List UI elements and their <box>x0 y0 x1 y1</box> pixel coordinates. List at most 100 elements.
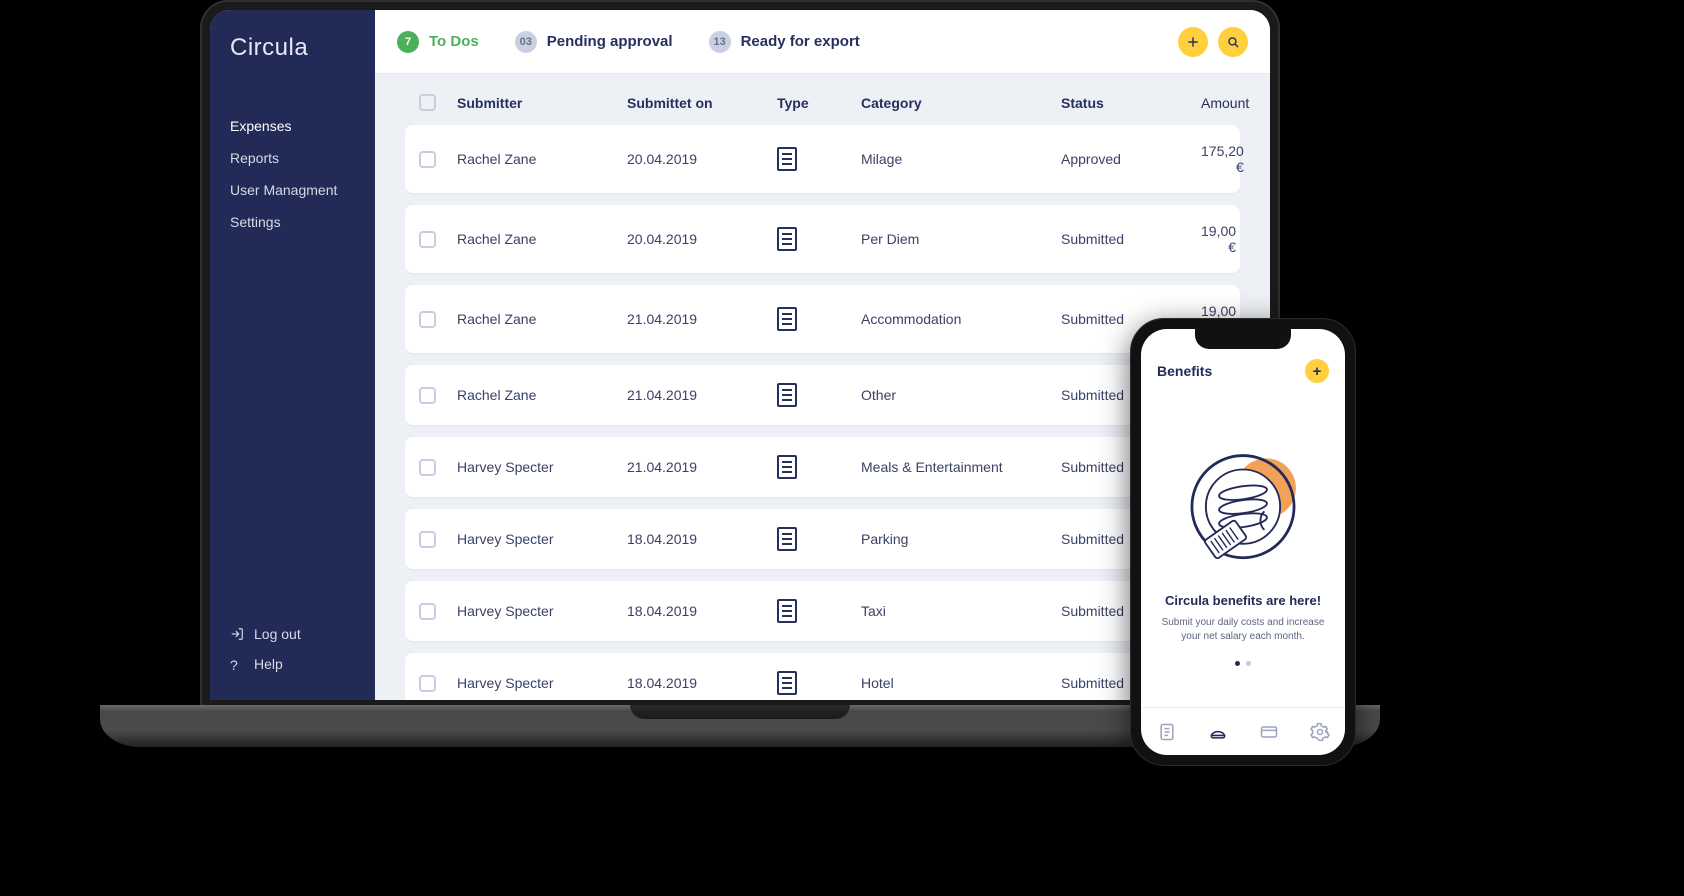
cell-category: Hotel <box>861 675 1061 691</box>
tab-todos[interactable]: 7 To Dos <box>397 31 479 53</box>
cell-category: Parking <box>861 531 1061 547</box>
document-icon <box>777 671 797 695</box>
cell-category: Milage <box>861 151 1061 167</box>
gear-icon <box>1310 722 1330 742</box>
cell-submitter: Harvey Specter <box>457 603 627 619</box>
sidebar-footer: Log out ? Help <box>210 626 375 680</box>
cell-category: Meals & Entertainment <box>861 459 1061 475</box>
cell-type <box>777 307 861 331</box>
table-row[interactable]: Rachel Zane21.04.2019AccommodationSubmit… <box>405 285 1240 353</box>
tab-todos-label: To Dos <box>429 33 479 50</box>
help-icon: ? <box>230 657 244 671</box>
col-submitted-on: Submittet on <box>627 95 777 111</box>
cell-submitter: Rachel Zane <box>457 231 627 247</box>
table-row[interactable]: Rachel Zane20.04.2019MilageApproved175,2… <box>405 125 1240 193</box>
cell-date: 18.04.2019 <box>627 531 777 547</box>
cell-status: Approved <box>1061 151 1201 167</box>
phone-hero-title: Circula benefits are here! <box>1165 593 1321 608</box>
col-submitter: Submitter <box>457 95 627 111</box>
logout-button[interactable]: Log out <box>230 626 355 642</box>
table-row[interactable]: Rachel Zane21.04.2019OtherSubmitted <box>405 365 1240 425</box>
meal-icon <box>1208 722 1228 742</box>
add-button[interactable] <box>1178 27 1208 57</box>
tab-export-count: 13 <box>709 31 731 53</box>
sidebar-item-expenses[interactable]: Expenses <box>210 110 375 142</box>
cell-amount: 175,20 € <box>1201 143 1252 175</box>
col-status: Status <box>1061 95 1201 111</box>
phone-hero: Circula benefits are here! Submit your d… <box>1141 389 1345 707</box>
tab-pending-label: Pending approval <box>547 33 673 50</box>
phone-tab-benefits[interactable] <box>1207 721 1229 743</box>
cell-type <box>777 527 861 551</box>
document-icon <box>777 527 797 551</box>
cell-date: 21.04.2019 <box>627 387 777 403</box>
table-row[interactable]: Harvey Specter18.04.2019TaxiSubmitted <box>405 581 1240 641</box>
table-row[interactable]: Harvey Specter21.04.2019 Meals & Entertai… <box>405 437 1240 497</box>
cell-type <box>777 671 861 695</box>
brand-logo: Circula <box>210 30 375 86</box>
cell-submitter: Rachel Zane <box>457 311 627 327</box>
row-checkbox[interactable] <box>419 311 436 328</box>
document-icon <box>777 307 797 331</box>
table-row[interactable]: Rachel Zane20.04.2019Per DiemSubmitted19… <box>405 205 1240 273</box>
logout-icon <box>230 627 244 641</box>
tab-pending-count: 03 <box>515 31 537 53</box>
col-amount: Amount <box>1201 95 1257 111</box>
cell-submitter: Harvey Specter <box>457 459 627 475</box>
select-all-checkbox[interactable] <box>419 94 436 111</box>
dot-1[interactable] <box>1235 661 1240 666</box>
cell-submitter: Rachel Zane <box>457 387 627 403</box>
tab-ready-export[interactable]: 13 Ready for export <box>709 31 860 53</box>
phone-tab-receipts[interactable] <box>1156 721 1178 743</box>
phone-hero-sub: Submit your daily costs and increase you… <box>1161 616 1325 645</box>
row-checkbox[interactable] <box>419 387 436 404</box>
row-checkbox[interactable] <box>419 675 436 692</box>
card-icon <box>1259 722 1279 742</box>
sidebar-item-user-management[interactable]: User Managment <box>210 174 375 206</box>
cell-submitter: Harvey Specter <box>457 531 627 547</box>
sidebar: Circula Expenses Reports User Managment … <box>210 10 375 700</box>
cell-amount: 19,00 € <box>1201 223 1244 255</box>
cell-status: Submitted <box>1061 231 1201 247</box>
laptop-device-frame: Circula Expenses Reports User Managment … <box>200 0 1280 710</box>
tab-export-label: Ready for export <box>741 33 860 50</box>
sidebar-item-settings[interactable]: Settings <box>210 206 375 238</box>
cell-date: 20.04.2019 <box>627 231 777 247</box>
row-checkbox[interactable] <box>419 231 436 248</box>
logout-label: Log out <box>254 626 301 642</box>
col-category: Category <box>861 95 1061 111</box>
table-header: Submitter Submittet on Type Category Sta… <box>405 94 1240 125</box>
plus-icon <box>1186 35 1200 49</box>
phone-add-button[interactable]: + <box>1305 359 1329 383</box>
cell-date: 18.04.2019 <box>627 675 777 691</box>
tab-pending-approval[interactable]: 03 Pending approval <box>515 31 673 53</box>
phone-tab-settings[interactable] <box>1309 721 1331 743</box>
phone-tabbar <box>1141 707 1345 755</box>
cell-submitter: Rachel Zane <box>457 151 627 167</box>
row-checkbox[interactable] <box>419 459 436 476</box>
phone-notch <box>1195 329 1291 349</box>
cell-date: 21.04.2019 <box>627 459 777 475</box>
row-checkbox[interactable] <box>419 531 436 548</box>
cell-date: 20.04.2019 <box>627 151 777 167</box>
document-icon <box>777 147 797 171</box>
cell-date: 18.04.2019 <box>627 603 777 619</box>
plus-icon: + <box>1313 363 1322 380</box>
document-icon <box>777 227 797 251</box>
row-checkbox[interactable] <box>419 603 436 620</box>
phone-device-frame: Benefits + <box>1130 318 1356 766</box>
cell-type <box>777 383 861 407</box>
search-button[interactable] <box>1218 27 1248 57</box>
dot-2[interactable] <box>1246 661 1251 666</box>
receipt-icon <box>1157 722 1177 742</box>
row-checkbox[interactable] <box>419 151 436 168</box>
cell-category: Taxi <box>861 603 1061 619</box>
phone-tab-cards[interactable] <box>1258 721 1280 743</box>
document-icon <box>777 383 797 407</box>
help-button[interactable]: ? Help <box>230 656 355 672</box>
cell-submitter: Harvey Specter <box>457 675 627 691</box>
sidebar-item-reports[interactable]: Reports <box>210 142 375 174</box>
table-row[interactable]: Harvey Specter18.04.2019HotelSubmitted <box>405 653 1240 700</box>
cell-type <box>777 599 861 623</box>
table-row[interactable]: Harvey Specter18.04.2019ParkingSubmitted <box>405 509 1240 569</box>
